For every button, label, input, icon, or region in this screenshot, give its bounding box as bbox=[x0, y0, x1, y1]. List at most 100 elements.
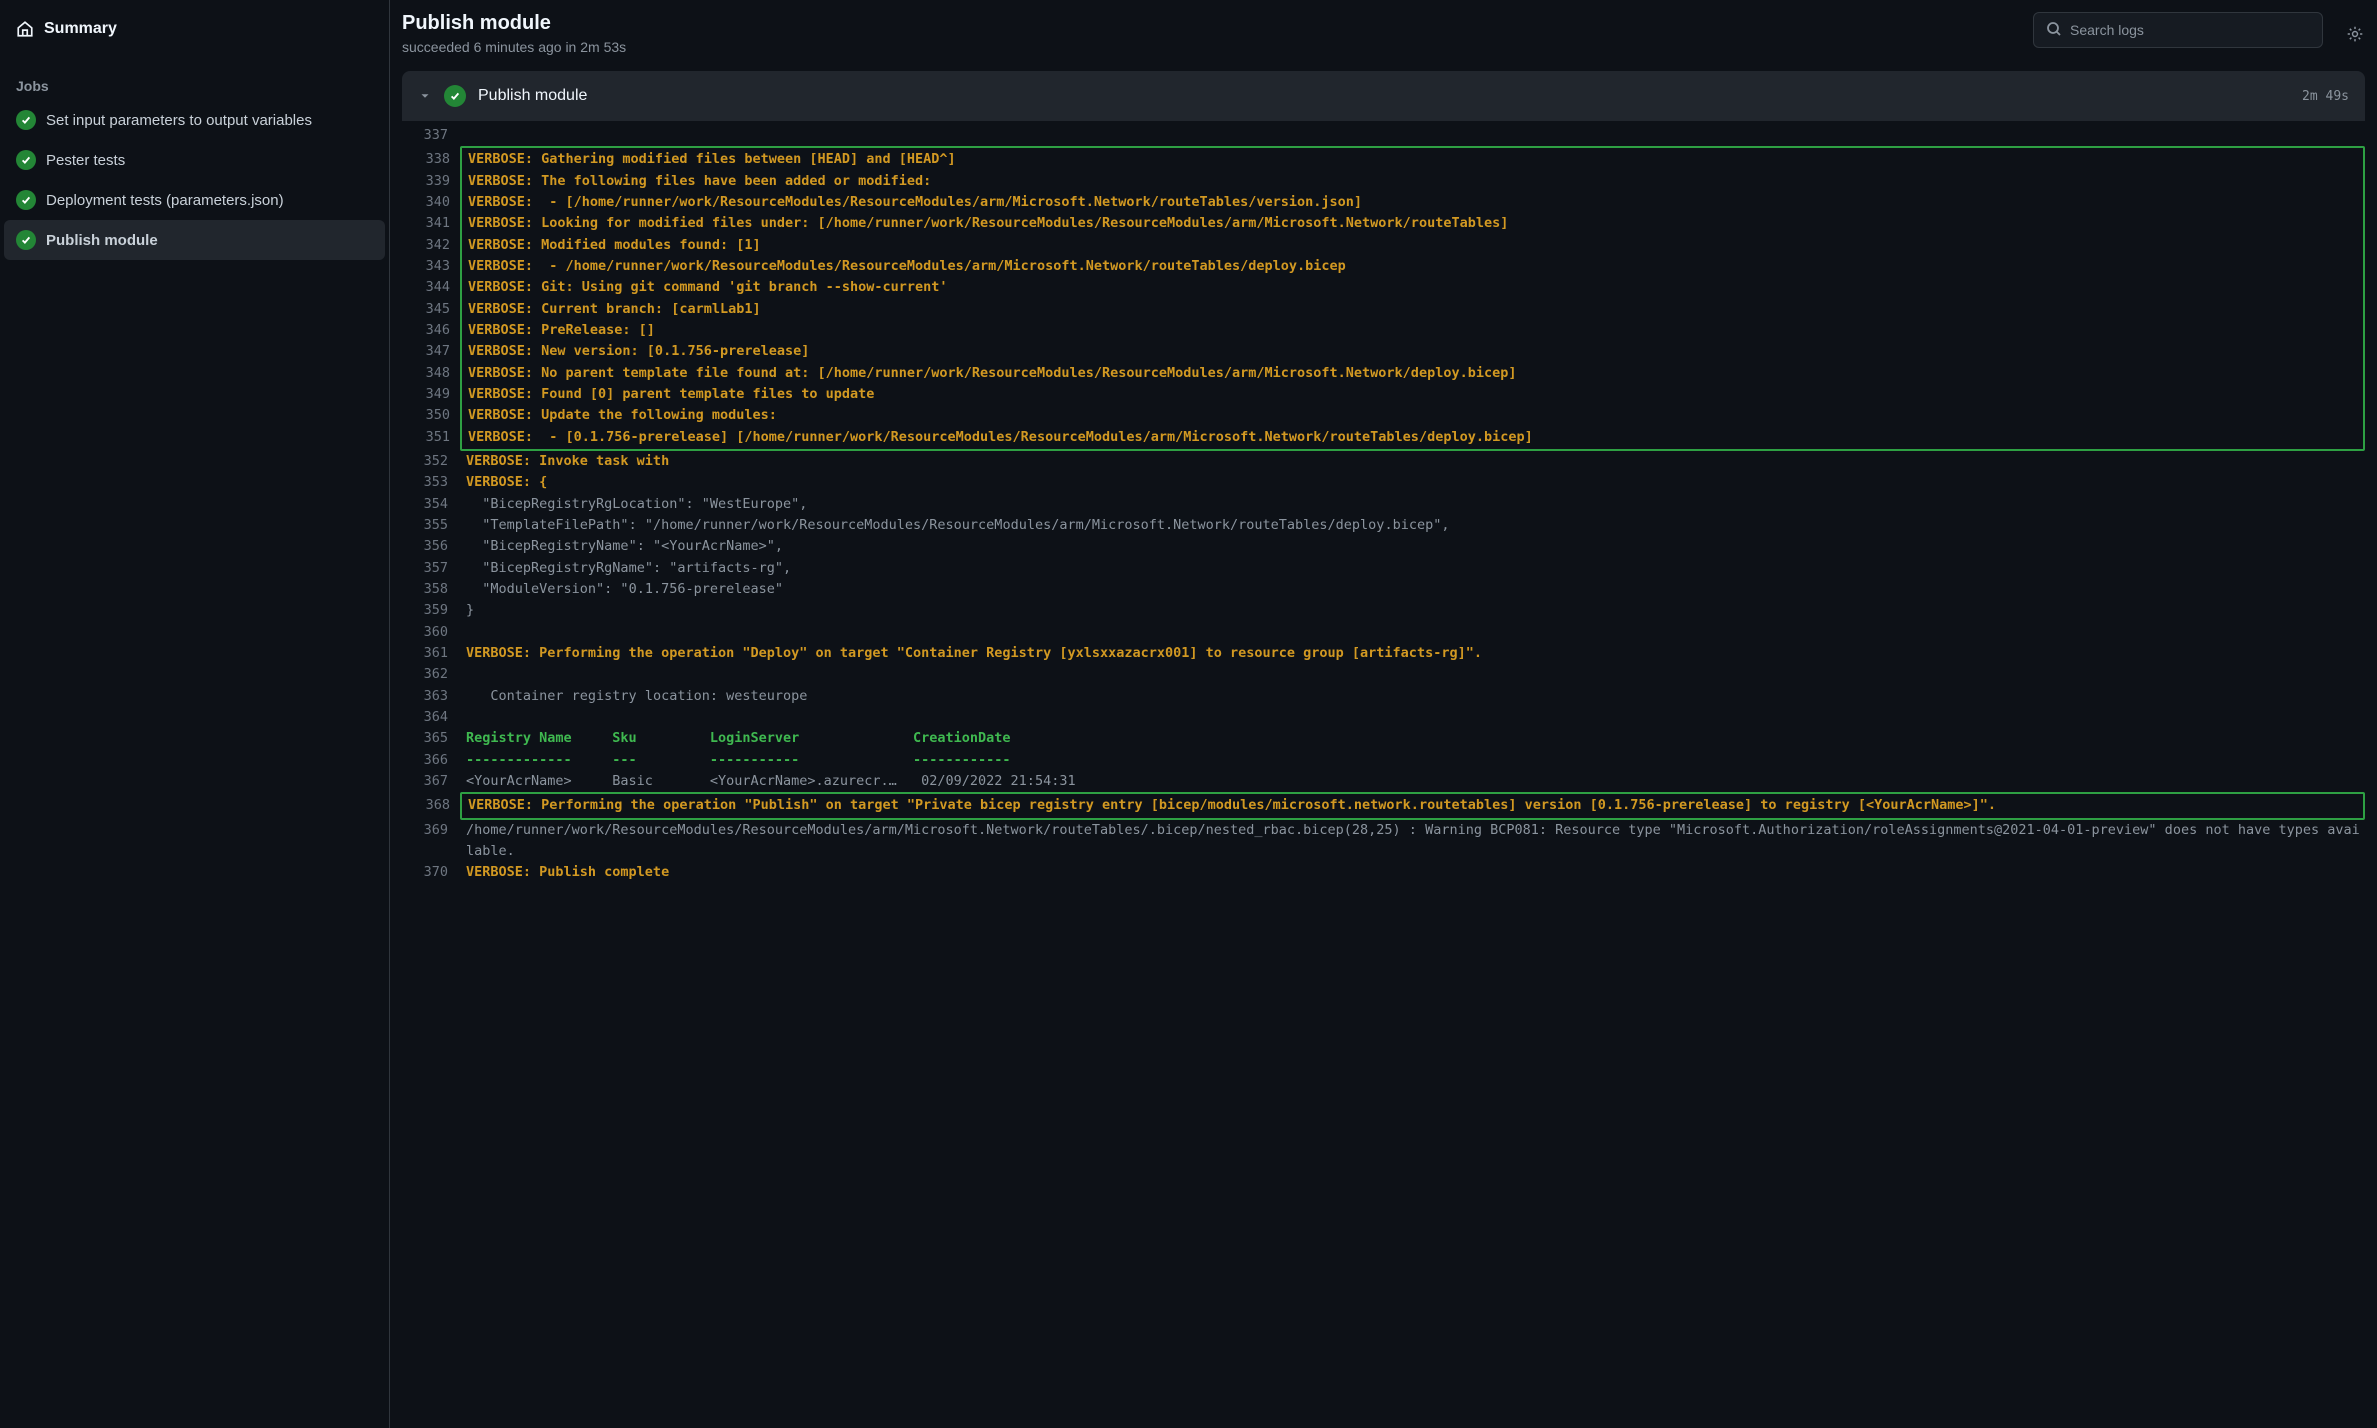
log-line: 367<YourAcrName> Basic <YourAcrName>.azu… bbox=[402, 771, 2365, 792]
line-number: 342 bbox=[404, 235, 460, 256]
log-line: 343VERBOSE: - /home/runner/work/Resource… bbox=[462, 256, 2363, 277]
log-line: 370VERBOSE: Publish complete bbox=[402, 862, 2365, 883]
line-number: 356 bbox=[402, 536, 458, 557]
line-number: 358 bbox=[402, 579, 458, 600]
log-line: 357 "BicepRegistryRgName": "artifacts-rg… bbox=[402, 558, 2365, 579]
line-number: 370 bbox=[402, 862, 458, 883]
sidebar-item-0[interactable]: Set input parameters to output variables bbox=[4, 100, 385, 140]
line-number: 349 bbox=[404, 384, 460, 405]
line-number: 351 bbox=[404, 427, 460, 448]
summary-nav[interactable]: Summary bbox=[4, 10, 385, 48]
summary-label: Summary bbox=[44, 20, 117, 38]
log-line: 345VERBOSE: Current branch: [carmlLab1] bbox=[462, 299, 2363, 320]
log-line: 362 bbox=[402, 664, 2365, 685]
line-content: VERBOSE: Invoke task with bbox=[458, 451, 2365, 472]
line-content: "TemplateFilePath": "/home/runner/work/R… bbox=[458, 515, 2365, 536]
log-line: 364 bbox=[402, 707, 2365, 728]
log-line: 344VERBOSE: Git: Using git command 'git … bbox=[462, 277, 2363, 298]
line-content: VERBOSE: - /home/runner/work/ResourceMod… bbox=[460, 256, 2363, 277]
highlight-region: 338VERBOSE: Gathering modified files bet… bbox=[460, 146, 2365, 451]
check-icon bbox=[16, 230, 36, 250]
line-content: VERBOSE: Current branch: [carmlLab1] bbox=[460, 299, 2363, 320]
log-line: 347VERBOSE: New version: [0.1.756-prerel… bbox=[462, 341, 2363, 362]
line-content: "BicepRegistryRgName": "artifacts-rg", bbox=[458, 558, 2365, 579]
line-number: 354 bbox=[402, 494, 458, 515]
line-content: } bbox=[458, 600, 2365, 621]
check-icon bbox=[16, 150, 36, 170]
header: Publish module succeeded 6 minutes ago i… bbox=[402, 8, 2365, 71]
line-number: 348 bbox=[404, 363, 460, 384]
sidebar: Summary Jobs Set input parameters to out… bbox=[0, 0, 390, 1428]
log-line: 346VERBOSE: PreRelease: [] bbox=[462, 320, 2363, 341]
line-content bbox=[458, 664, 2365, 685]
check-icon bbox=[16, 110, 36, 130]
line-content: Registry Name Sku LoginServer CreationDa… bbox=[458, 728, 2365, 749]
log-line: 361VERBOSE: Performing the operation "De… bbox=[402, 643, 2365, 664]
line-content: VERBOSE: New version: [0.1.756-prereleas… bbox=[460, 341, 2363, 362]
sidebar-item-label: Publish module bbox=[46, 232, 158, 249]
line-content: VERBOSE: { bbox=[458, 472, 2365, 493]
line-content: "BicepRegistryName": "<YourAcrName>", bbox=[458, 536, 2365, 557]
line-number: 347 bbox=[404, 341, 460, 362]
line-content: ------------- --- ----------- ----------… bbox=[458, 750, 2365, 771]
search-input[interactable] bbox=[2070, 22, 2310, 38]
line-number: 338 bbox=[404, 149, 460, 170]
line-content: VERBOSE: Performing the operation "Deplo… bbox=[458, 643, 2365, 664]
search-logs[interactable] bbox=[2033, 12, 2323, 48]
line-number: 344 bbox=[404, 277, 460, 298]
search-icon bbox=[2046, 21, 2062, 40]
log-line: 365Registry Name Sku LoginServer Creatio… bbox=[402, 728, 2365, 749]
line-number: 369 bbox=[402, 820, 458, 863]
page-title: Publish module bbox=[402, 12, 2021, 35]
highlight-region: 368VERBOSE: Performing the operation "Pu… bbox=[460, 792, 2365, 819]
log-output[interactable]: 337338VERBOSE: Gathering modified files … bbox=[402, 121, 2365, 903]
line-number: 341 bbox=[404, 213, 460, 234]
line-number: 360 bbox=[402, 622, 458, 643]
jobs-section-label: Jobs bbox=[4, 48, 385, 100]
line-number: 345 bbox=[404, 299, 460, 320]
line-number: 368 bbox=[404, 795, 460, 816]
sidebar-item-label: Pester tests bbox=[46, 152, 125, 169]
line-content: <YourAcrName> Basic <YourAcrName>.azurec… bbox=[458, 771, 2365, 792]
step-header[interactable]: Publish module 2m 49s bbox=[402, 71, 2365, 121]
line-content: VERBOSE: - [/home/runner/work/ResourceMo… bbox=[460, 192, 2363, 213]
sidebar-item-2[interactable]: Deployment tests (parameters.json) bbox=[4, 180, 385, 220]
line-content bbox=[458, 622, 2365, 643]
step-title: Publish module bbox=[478, 87, 2290, 105]
line-content: VERBOSE: Gathering modified files betwee… bbox=[460, 149, 2363, 170]
line-number: 346 bbox=[404, 320, 460, 341]
log-line: 356 "BicepRegistryName": "<YourAcrName>"… bbox=[402, 536, 2365, 557]
line-content: "ModuleVersion": "0.1.756-prerelease" bbox=[458, 579, 2365, 600]
log-line: 351VERBOSE: - [0.1.756-prerelease] [/hom… bbox=[462, 427, 2363, 448]
log-line: 355 "TemplateFilePath": "/home/runner/wo… bbox=[402, 515, 2365, 536]
line-number: 355 bbox=[402, 515, 458, 536]
sidebar-item-label: Set input parameters to output variables bbox=[46, 112, 312, 129]
line-number: 343 bbox=[404, 256, 460, 277]
main-content: Publish module succeeded 6 minutes ago i… bbox=[390, 0, 2377, 1428]
line-number: 357 bbox=[402, 558, 458, 579]
line-content bbox=[458, 707, 2365, 728]
line-content: VERBOSE: No parent template file found a… bbox=[460, 363, 2363, 384]
line-content: VERBOSE: The following files have been a… bbox=[460, 171, 2363, 192]
line-number: 362 bbox=[402, 664, 458, 685]
line-content: "BicepRegistryRgLocation": "WestEurope", bbox=[458, 494, 2365, 515]
line-number: 366 bbox=[402, 750, 458, 771]
line-number: 365 bbox=[402, 728, 458, 749]
sidebar-item-label: Deployment tests (parameters.json) bbox=[46, 192, 284, 209]
check-icon bbox=[16, 190, 36, 210]
log-line: 337 bbox=[402, 125, 2365, 146]
sidebar-item-1[interactable]: Pester tests bbox=[4, 140, 385, 180]
log-line: 363 Container registry location: westeur… bbox=[402, 686, 2365, 707]
log-line: 338VERBOSE: Gathering modified files bet… bbox=[462, 149, 2363, 170]
jobs-list: Set input parameters to output variables… bbox=[4, 100, 385, 260]
log-line: 366------------- --- ----------- -------… bbox=[402, 750, 2365, 771]
chevron-down-icon[interactable] bbox=[418, 89, 432, 103]
line-number: 352 bbox=[402, 451, 458, 472]
log-line: 359} bbox=[402, 600, 2365, 621]
settings-button[interactable] bbox=[2345, 24, 2365, 44]
sidebar-item-3[interactable]: Publish module bbox=[4, 220, 385, 260]
log-line: 350VERBOSE: Update the following modules… bbox=[462, 405, 2363, 426]
log-line: 348VERBOSE: No parent template file foun… bbox=[462, 363, 2363, 384]
log-line: 368VERBOSE: Performing the operation "Pu… bbox=[462, 795, 2363, 816]
line-number: 337 bbox=[402, 125, 458, 146]
